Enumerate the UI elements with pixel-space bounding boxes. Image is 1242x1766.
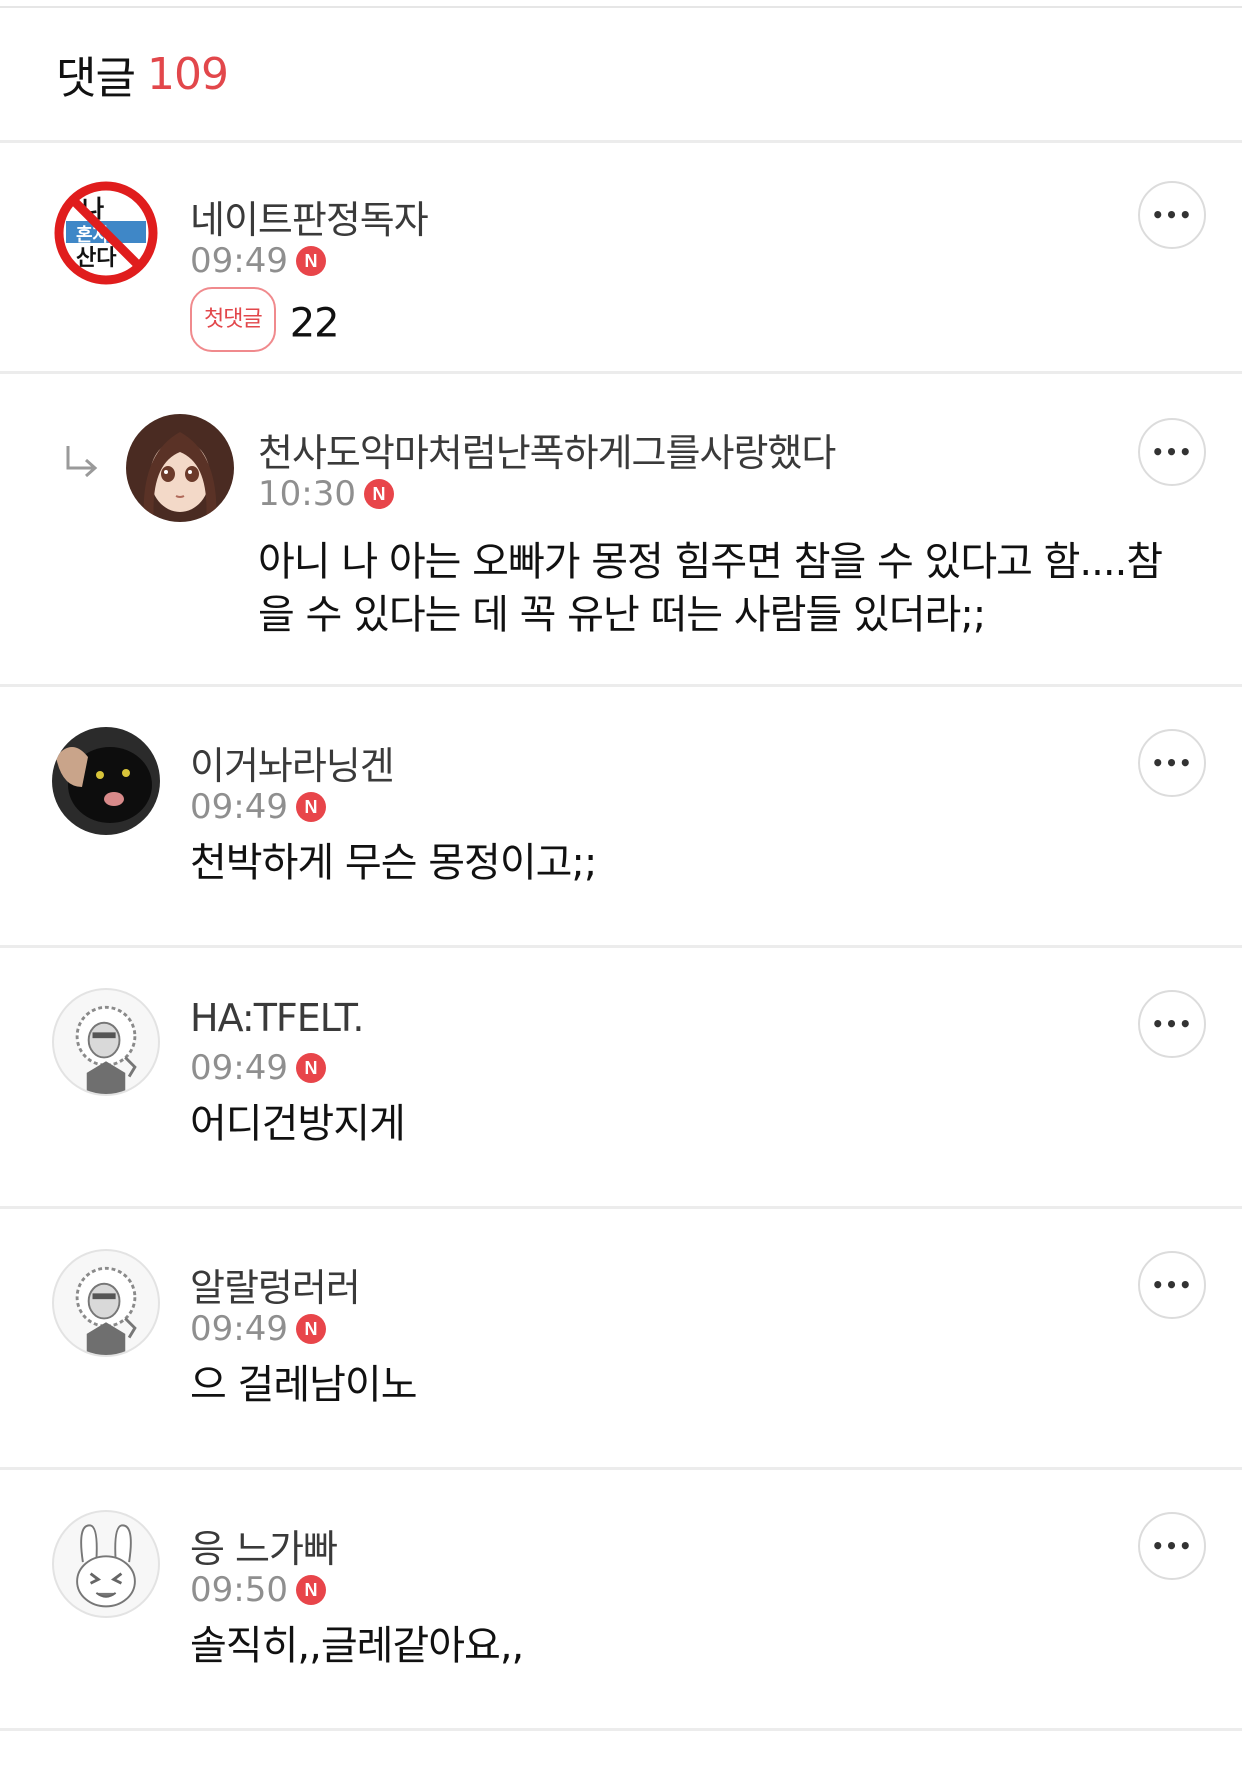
new-badge: N — [295, 1314, 326, 1344]
default-avatar-icon[interactable] — [52, 1249, 160, 1357]
comment-time: 09:49 — [190, 787, 288, 827]
comment-item: 나 혼자 산다 네이트판정독자 09:49 N 첫댓글 22 ••• — [0, 143, 1242, 374]
comment-meta: 09:49 N — [190, 787, 326, 827]
comment-author[interactable]: 이거놔라닝겐 — [190, 735, 395, 790]
comment-time: 10:30 — [258, 474, 356, 514]
comment-text: 어디건방지게 — [190, 1101, 406, 1147]
comment-body: 첫댓글 22 — [190, 287, 340, 358]
default-avatar-icon[interactable] — [52, 988, 160, 1096]
user-avatar[interactable] — [126, 414, 234, 522]
comment-text: 천박하게 무슨 몽정이고;; — [190, 840, 597, 886]
comment-meta: 09:50 N — [190, 1570, 326, 1610]
comment-count: 109 — [146, 48, 229, 100]
comment-item: 알랄렁러러 09:49 N 으 걸레남이노 ••• — [0, 1209, 1242, 1470]
avatar-text-3: 산다 — [76, 246, 117, 271]
comment-text: 으 걸레남이노 — [190, 1362, 418, 1408]
comment-author[interactable]: HA:TFELT. — [190, 996, 365, 1040]
top-divider — [0, 0, 1242, 8]
comment-time: 09:50 — [190, 1570, 288, 1610]
comment-text-line-1: 아니 나 아는 오빠가 몽정 힘주면 참을 수 있다고 함....참 — [258, 539, 1163, 585]
more-options-button[interactable]: ••• — [1138, 181, 1206, 249]
user-avatar[interactable] — [52, 727, 160, 835]
comment-item: 응 느가빠 09:50 N 솔직히,,글레같아요,, ••• — [0, 1470, 1242, 1731]
comment-author[interactable]: 천사도악마처럼난폭하게그를사랑했다 — [258, 422, 836, 477]
comment-meta: 10:30 N — [258, 474, 394, 514]
comment-item: HA:TFELT. 09:49 N 어디건방지게 ••• — [0, 948, 1242, 1209]
comment-author[interactable]: 네이트판정독자 — [190, 189, 429, 244]
comment-meta: 09:49 N — [190, 1048, 326, 1088]
more-options-button[interactable]: ••• — [1138, 1251, 1206, 1319]
more-options-button[interactable]: ••• — [1138, 418, 1206, 486]
reply-arrow-icon — [66, 446, 98, 478]
comment-author[interactable]: 응 느가빠 — [190, 1518, 338, 1573]
new-badge: N — [295, 1053, 326, 1083]
user-avatar[interactable]: 나 혼자 산다 — [52, 179, 160, 287]
comment-text-line-2: 을 수 있다는 데 꼭 유난 떠는 사람들 있더라;; — [258, 592, 986, 638]
comments-header: 댓글 109 — [0, 8, 1242, 143]
comment-text: 아니 나 아는 오빠가 몽정 힘주면 참을 수 있다고 함....참 을 수 있… — [258, 536, 1163, 642]
new-badge: N — [295, 1575, 326, 1605]
new-badge: N — [363, 479, 394, 509]
comment-item: 이거놔라닝겐 09:49 N 천박하게 무슨 몽정이고;; ••• — [0, 687, 1242, 948]
comments-title: 댓글 — [56, 53, 136, 104]
comment-time: 09:49 — [190, 241, 288, 281]
comment-meta: 09:49 N — [190, 1309, 326, 1349]
default-avatar-icon[interactable] — [52, 1510, 160, 1618]
comment-time: 09:49 — [190, 1048, 288, 1088]
new-badge: N — [295, 246, 326, 276]
comment-text: 22 — [289, 300, 340, 347]
new-badge: N — [295, 792, 326, 822]
more-options-button[interactable]: ••• — [1138, 729, 1206, 797]
more-options-button[interactable]: ••• — [1138, 1512, 1206, 1580]
comment-time: 09:49 — [190, 1309, 288, 1349]
comment-author[interactable]: 알랄렁러러 — [190, 1257, 361, 1312]
comment-text: 솔직히,,글레같아요,, — [190, 1623, 524, 1669]
first-comment-badge: 첫댓글 — [190, 287, 276, 352]
comment-meta: 09:49 N — [190, 241, 326, 281]
comment-item-reply: 천사도악마처럼난폭하게그를사랑했다 10:30 N 아니 나 아는 오빠가 몽정… — [0, 374, 1242, 687]
more-options-button[interactable]: ••• — [1138, 990, 1206, 1058]
